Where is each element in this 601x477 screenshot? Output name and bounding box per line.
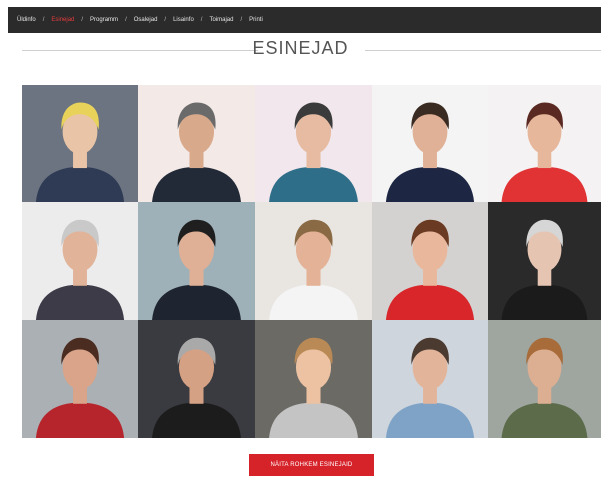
show-more-speakers-button[interactable]: NÄITA ROHKEM ESINEJAID [249,454,374,476]
speaker-photo[interactable] [138,320,255,438]
speaker-photo[interactable] [488,202,601,320]
nav-item-toimajad[interactable]: Toimajad [209,17,233,23]
nav-item--ldinfo[interactable]: Üldinfo [17,17,36,23]
speaker-portrait [22,85,138,202]
speaker-photo[interactable] [372,202,488,320]
speaker-photo[interactable] [138,202,255,320]
nav-separator: / [125,17,127,23]
speaker-portrait [488,320,601,438]
speaker-photo[interactable] [488,320,601,438]
speaker-portrait [255,202,372,320]
top-navigation-bar: Üldinfo / Esinejad / Programm / Osalejad / Lisai… [8,7,601,33]
speaker-portrait [488,202,601,320]
speaker-photo[interactable] [488,85,601,202]
speaker-portrait [372,85,488,202]
speaker-photo[interactable] [138,85,255,202]
nav-item-esinejad[interactable]: Esinejad [51,17,74,23]
nav-separator: / [200,17,203,23]
speaker-portrait [138,320,255,438]
nav-separator: / [240,17,243,23]
page-title: ESINEJAD [252,38,349,58]
nav-separator: / [81,17,84,23]
speaker-photo[interactable] [372,320,488,438]
nav-item-lisainfo[interactable]: Lisainfo [173,17,194,23]
speaker-portrait [488,85,601,202]
nav-item-printi[interactable]: Printi [249,17,263,23]
speaker-portrait [138,202,255,320]
nav-separator: / [164,17,167,23]
nav-item-programm[interactable]: Programm [90,17,118,23]
speaker-photo[interactable] [255,85,372,202]
speaker-photo[interactable] [255,320,372,438]
speaker-portrait [372,202,488,320]
speakers-grid [22,85,601,438]
speaker-portrait [22,202,138,320]
speaker-portrait [22,320,138,438]
speaker-photo[interactable] [255,202,372,320]
speaker-photo[interactable] [22,202,138,320]
speaker-photo[interactable] [372,85,488,202]
speaker-portrait [372,320,488,438]
speaker-portrait [255,320,372,438]
speaker-portrait [255,85,372,202]
speaker-photo[interactable] [22,85,138,202]
speaker-portrait [138,85,255,202]
title-divider-right [365,50,601,51]
nav-separator: / [42,17,45,23]
nav-item-osalejad[interactable]: Osalejad [134,17,158,23]
speaker-photo[interactable] [22,320,138,438]
